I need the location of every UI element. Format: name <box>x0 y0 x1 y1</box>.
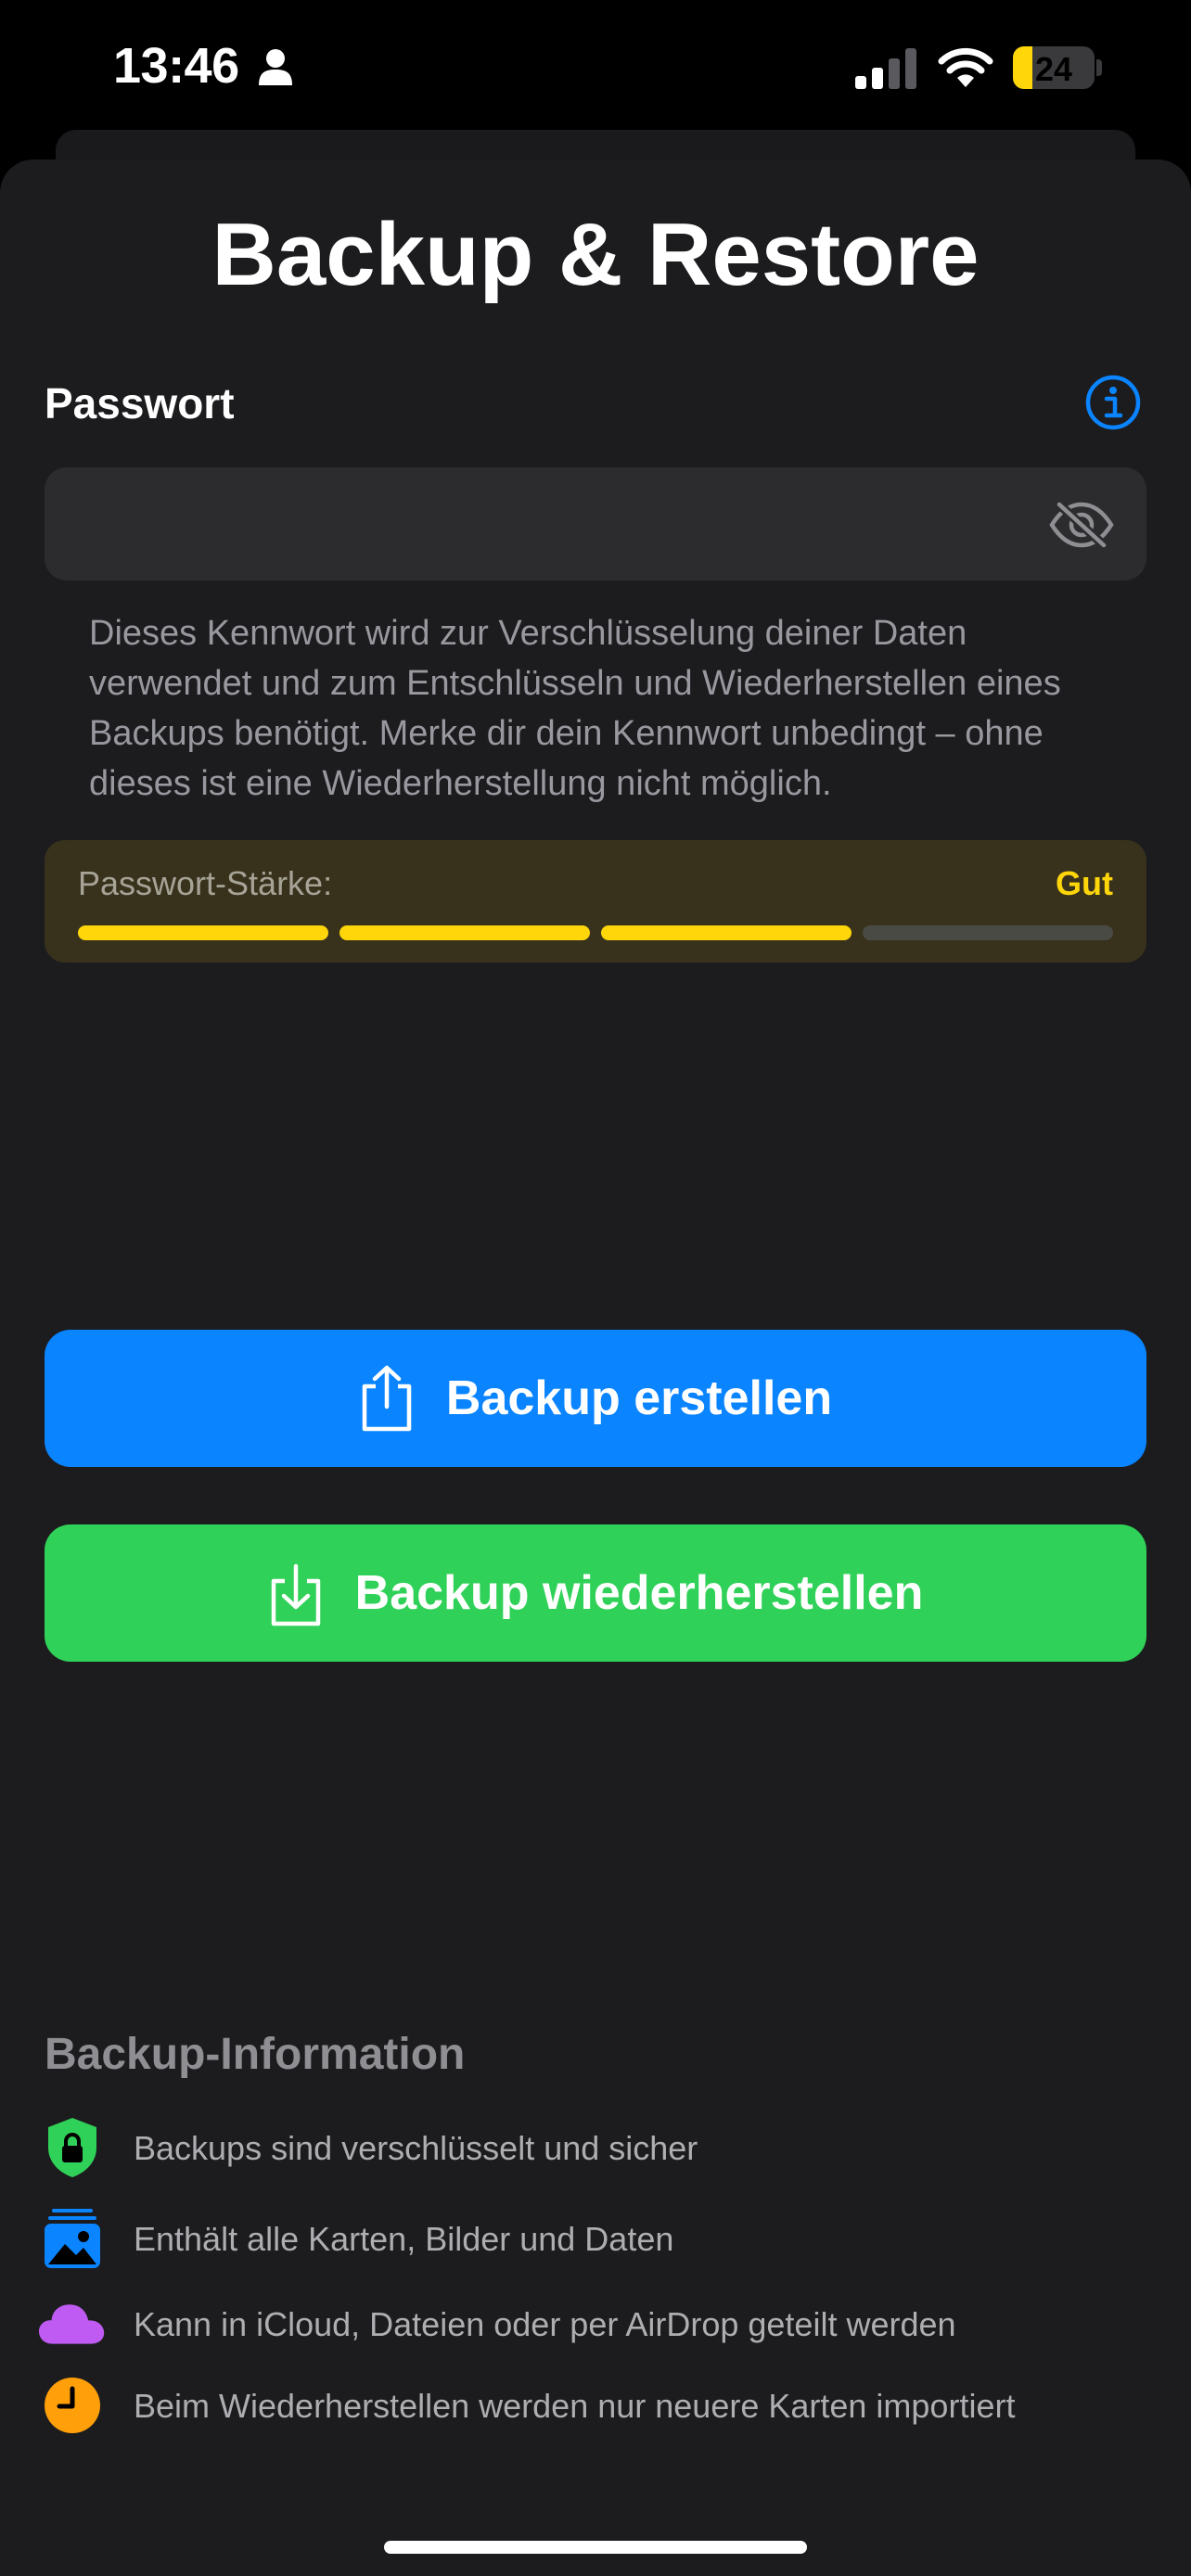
battery-percent: 24 <box>1034 50 1073 88</box>
backup-info-title: Backup-Information <box>45 2030 466 2079</box>
info-text: Beim Wiederherstellen werden nur neuere … <box>134 2387 1016 2425</box>
info-text: Backups sind verschlüsselt und sicher <box>134 2129 698 2167</box>
status-bar: 13:46 24 <box>0 0 1191 139</box>
password-strength-panel: Passwort-Stärke: Gut <box>45 840 1146 963</box>
cloud-icon <box>39 2304 105 2344</box>
info-circle-icon[interactable] <box>1085 375 1141 430</box>
home-indicator <box>384 2541 807 2554</box>
info-item: Kann in iCloud, Dateien oder per AirDrop… <box>0 2287 1191 2361</box>
info-text: Kann in iCloud, Dateien oder per AirDrop… <box>134 2305 956 2343</box>
password-label: Passwort <box>45 379 235 427</box>
info-item: Backups sind verschlüsselt und sicher <box>0 2111 1191 2185</box>
cellular-signal-icon <box>855 48 916 89</box>
wifi-icon <box>938 47 993 87</box>
restore-backup-label: Backup wiederherstellen <box>354 1566 924 1620</box>
password-hint: Dieses Kennwort wird zur Verschlüsselung… <box>89 614 1061 803</box>
info-item: Enthält alle Karten, Bilder und Daten <box>0 2201 1191 2276</box>
strength-segment <box>339 925 590 940</box>
password-input[interactable] <box>45 467 1146 580</box>
status-time: 13:46 <box>113 38 239 94</box>
person-icon <box>259 49 292 85</box>
share-upload-icon <box>362 1365 412 1432</box>
lock-shield-icon <box>48 2118 96 2177</box>
create-backup-button[interactable]: Backup erstellen <box>45 1330 1146 1467</box>
battery-icon: 24 <box>1013 46 1095 89</box>
strength-segment <box>78 925 328 940</box>
create-backup-label: Backup erstellen <box>445 1371 833 1425</box>
photo-stack-icon <box>45 2209 100 2268</box>
clock-icon <box>45 2378 100 2433</box>
info-item: Beim Wiederherstellen werden nur neuere … <box>0 2368 1191 2442</box>
strength-label: Passwort-Stärke: <box>78 864 333 902</box>
strength-value: Gut <box>1056 864 1113 902</box>
battery-nub <box>1096 59 1102 76</box>
download-tray-icon <box>271 1563 320 1626</box>
restore-backup-button[interactable]: Backup wiederherstellen <box>45 1524 1146 1662</box>
eye-slash-icon[interactable] <box>1046 499 1117 551</box>
page-title: Backup & Restore <box>211 205 980 304</box>
info-text: Enthält alle Karten, Bilder und Daten <box>134 2220 674 2258</box>
strength-segment <box>601 925 852 940</box>
strength-segment <box>863 925 1113 940</box>
